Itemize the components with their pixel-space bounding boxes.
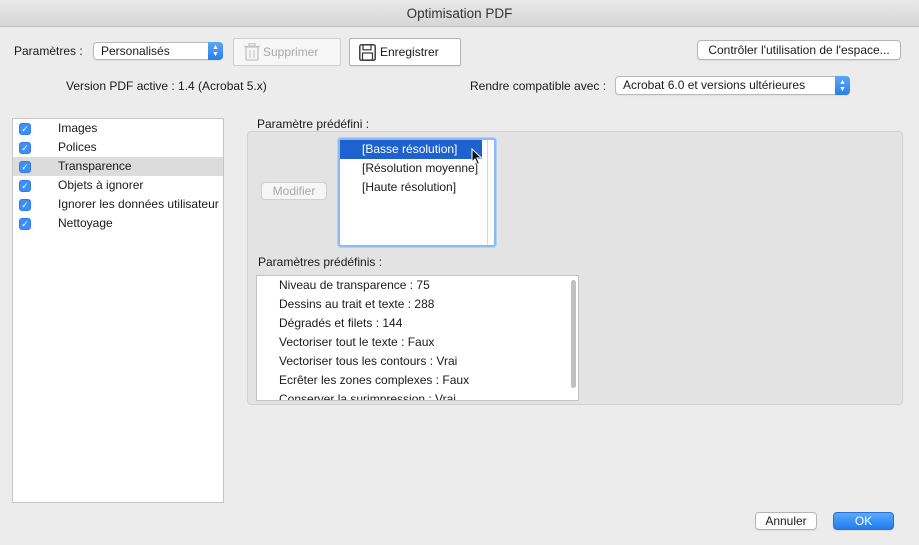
list-item: Ecrêter les zones complexes : Faux <box>279 373 470 387</box>
window-title: Optimisation PDF <box>0 0 919 27</box>
mouse-cursor-icon <box>471 148 483 166</box>
sidebar-item-label: Images <box>58 121 98 135</box>
cancel-button[interactable]: Annuler <box>755 512 817 530</box>
sidebar-item-transparence[interactable]: ✓ Transparence <box>13 157 223 176</box>
preset-item-label: [Résolution moyenne] <box>362 161 479 175</box>
delete-button[interactable]: Supprimer <box>233 38 341 66</box>
modify-button[interactable]: Modifier <box>261 182 327 200</box>
list-item: Vectoriser tout le texte : Faux <box>279 335 435 349</box>
list-item: Conserver la surimpression : Vrai <box>279 392 456 401</box>
floppy-disk-icon <box>359 44 376 61</box>
compat-label: Rendre compatible avec : <box>470 79 607 93</box>
params-select[interactable]: Personalisés ▲ ▼ <box>93 42 223 60</box>
save-button[interactable]: Enregistrer <box>349 38 461 66</box>
checkbox[interactable]: ✓ <box>19 199 31 211</box>
sidebar-item-label: Nettoyage <box>58 216 113 230</box>
params-label: Paramètres : <box>14 44 83 58</box>
list-item: Niveau de transparence : 75 <box>279 278 430 292</box>
compat-select[interactable]: Acrobat 6.0 et versions ultérieures ▲ ▼ <box>615 76 850 95</box>
compat-select-value: Acrobat 6.0 et versions ultérieures <box>623 78 806 92</box>
settings-list[interactable]: Niveau de transparence : 75 Dessins au t… <box>256 275 579 401</box>
preset-item-haute[interactable]: [Haute résolution] <box>340 178 494 197</box>
category-list: ✓ Images ✓ Polices ✓ Transparence ✓ Obje… <box>12 118 224 503</box>
checkbox[interactable]: ✓ <box>19 123 31 135</box>
preset-item-label: [Basse résolution] <box>362 142 458 156</box>
pdf-version-label: Version PDF active : 1.4 (Acrobat 5.x) <box>66 79 267 93</box>
preset-item-label: [Haute résolution] <box>362 180 457 194</box>
delete-button-label: Supprimer <box>263 45 319 59</box>
sidebar-item-objets-ignorer[interactable]: ✓ Objets à ignorer <box>13 176 223 195</box>
checkbox[interactable]: ✓ <box>19 218 31 230</box>
check-space-button[interactable]: Contrôler l'utilisation de l'espace... <box>697 40 901 60</box>
sidebar-item-label: Transparence <box>58 159 132 173</box>
checkbox[interactable]: ✓ <box>19 161 31 173</box>
trash-icon <box>244 43 260 61</box>
list-item: Dessins au trait et texte : 288 <box>279 297 435 311</box>
checkbox[interactable]: ✓ <box>19 142 31 154</box>
preset-item-basse[interactable]: [Basse résolution] <box>340 140 482 159</box>
scrollbar[interactable] <box>571 280 576 388</box>
preset-label: Paramètre prédéfini : <box>257 117 370 131</box>
select-arrows-icon: ▲ ▼ <box>208 42 223 60</box>
checkbox[interactable]: ✓ <box>19 180 31 192</box>
sidebar-item-label: Objets à ignorer <box>58 178 144 192</box>
select-arrows-icon: ▲ ▼ <box>835 76 850 95</box>
sidebar-item-polices[interactable]: ✓ Polices <box>13 138 223 157</box>
sidebar-item-nettoyage[interactable]: ✓ Nettoyage <box>13 214 223 233</box>
ok-button[interactable]: OK <box>833 512 894 530</box>
list-item: Dégradés et filets : 144 <box>279 316 403 330</box>
sidebar-item-images[interactable]: ✓ Images <box>13 119 223 138</box>
sidebar-item-donnees-utilisateur[interactable]: ✓ Ignorer les données utilisateur <box>13 195 223 214</box>
save-button-label: Enregistrer <box>380 45 439 59</box>
list-item: Vectoriser tous les contours : Vrai <box>279 354 458 368</box>
sidebar-item-label: Ignorer les données utilisateur <box>58 197 219 211</box>
sidebar-item-label: Polices <box>58 140 97 154</box>
settings-label: Paramètres prédéfinis : <box>258 255 383 269</box>
params-select-value: Personalisés <box>101 44 170 58</box>
